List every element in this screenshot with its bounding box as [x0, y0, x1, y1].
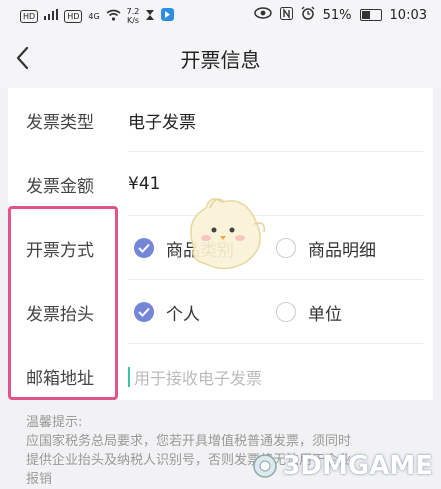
- hd-badge-1: HD: [20, 9, 39, 23]
- hourglass-icon: [145, 9, 155, 24]
- status-bar: HD HD 4G 7.2 K/s 51% 10:03: [0, 0, 441, 30]
- radio-checked-icon: [134, 238, 154, 258]
- nfc-icon: [279, 6, 293, 24]
- method-option-detail[interactable]: 商品明细: [276, 236, 376, 261]
- hd-badge-2: HD: [64, 9, 83, 23]
- status-right: 51% 10:03: [253, 6, 427, 24]
- page-title: 开票信息: [180, 48, 261, 72]
- radio-unchecked-icon: [276, 302, 296, 322]
- net-speed-unit: K/s: [126, 16, 140, 25]
- tip-line: 应国家税务总局要求，您若开具增值税普通发票，须同时: [26, 434, 352, 449]
- battery-percent: 51%: [322, 7, 352, 23]
- invoice-amount-label: 发票金额: [26, 176, 94, 197]
- watermark-logo-icon: [253, 454, 278, 478]
- invoice-type-label: 发票类型: [26, 112, 94, 133]
- app-notification-icon: [161, 8, 175, 24]
- net-speed: 7.2 K/s: [127, 7, 140, 25]
- signal-icon: [44, 9, 59, 23]
- net-speed-value: 7.2: [126, 7, 140, 16]
- title-option-personal[interactable]: 个人: [134, 300, 200, 325]
- text-caret: [128, 367, 130, 387]
- wifi-icon: [106, 9, 121, 24]
- nav-bar: 开票信息: [0, 30, 441, 88]
- watermark: 3DMGAME: [252, 451, 433, 481]
- status-left: HD HD 4G 7.2 K/s: [20, 7, 175, 25]
- eye-icon: [253, 7, 272, 23]
- alarm-icon: [301, 6, 315, 24]
- title-option-company[interactable]: 单位: [276, 300, 342, 325]
- invoice-type-row: 发票类型 电子发票: [8, 88, 433, 152]
- email-input[interactable]: 用于接收电子发票: [128, 364, 418, 390]
- invoice-type-value: 电子发票: [128, 112, 196, 133]
- email-placeholder: 用于接收电子发票: [134, 369, 263, 388]
- network-type: 4G: [88, 11, 100, 21]
- invoice-amount-value: ¥41: [128, 174, 161, 194]
- radio-unchecked-icon: [276, 238, 296, 258]
- battery-fill: [361, 11, 370, 19]
- method-option-detail-label: 商品明细: [308, 240, 376, 261]
- clock: 10:03: [389, 7, 427, 23]
- tip-heading: 温馨提示:: [26, 415, 83, 430]
- radio-checked-icon: [134, 302, 154, 322]
- battery-icon: [359, 9, 382, 21]
- title-option-personal-label: 个人: [166, 304, 200, 325]
- annotation-highlight-box: [8, 206, 118, 400]
- mascot-sticker-icon: [176, 190, 272, 276]
- title-option-company-label: 单位: [308, 304, 342, 325]
- watermark-text: 3DMGAME: [282, 451, 433, 481]
